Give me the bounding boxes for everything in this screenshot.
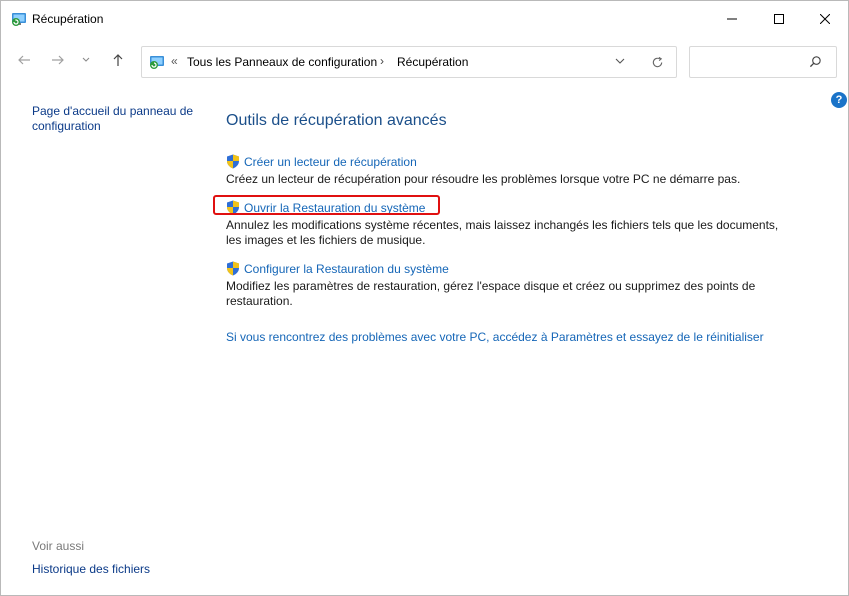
address-history-button[interactable]	[612, 53, 628, 69]
control-panel-home-link[interactable]: Page d'accueil du panneau de configurati…	[32, 104, 202, 134]
maximize-icon	[774, 14, 784, 24]
uac-shield-icon	[226, 154, 240, 169]
chevron-down-icon	[82, 57, 90, 62]
recovery-window: Récupération « Tous les Panneaux de conf…	[0, 0, 849, 596]
task-description: Modifiez les paramètres de restauration,…	[226, 279, 756, 308]
configure-system-restore-link[interactable]: Configurer la Restauration du système	[244, 262, 449, 276]
task-create-recovery-drive: Créer un lecteur de récupération Créez u…	[226, 154, 796, 187]
recent-locations-button[interactable]	[79, 49, 93, 71]
see-also-heading: Voir aussi	[32, 539, 85, 553]
title-bar[interactable]: Récupération	[1, 1, 848, 37]
create-recovery-drive-link[interactable]: Créer un lecteur de récupération	[244, 155, 417, 169]
search-input[interactable]	[696, 53, 806, 71]
page-heading: Outils de récupération avancés	[226, 112, 447, 129]
window-title: Récupération	[32, 12, 104, 26]
up-button[interactable]	[107, 49, 129, 71]
chevron-down-icon	[615, 58, 625, 64]
breadcrumb-recovery[interactable]: Récupération	[397, 55, 468, 69]
search-box[interactable]	[689, 46, 837, 78]
address-bar[interactable]: « Tous les Panneaux de configuration › R…	[141, 46, 677, 78]
arrow-right-icon	[52, 55, 64, 65]
help-button[interactable]: ?	[831, 92, 847, 108]
recovery-app-icon	[11, 11, 27, 27]
task-configure-system-restore: Configurer la Restauration du système Mo…	[226, 261, 796, 309]
search-icon[interactable]	[809, 55, 823, 69]
task-description: Annulez les modifications système récent…	[226, 218, 779, 247]
highlight-annotation	[213, 195, 440, 215]
close-button[interactable]	[802, 1, 848, 37]
reset-pc-link[interactable]: Si vous rencontrez des problèmes avec vo…	[226, 330, 764, 344]
task-description: Créez un lecteur de récupération pour ré…	[226, 172, 741, 186]
maximize-button[interactable]	[756, 1, 802, 37]
uac-shield-icon	[226, 261, 240, 276]
breadcrumb-overflow-button[interactable]: «	[171, 54, 178, 68]
control-panel-icon	[149, 54, 165, 70]
navigation-bar: « Tous les Panneaux de configuration › R…	[1, 41, 848, 81]
file-history-link[interactable]: Historique des fichiers	[32, 562, 150, 576]
back-button[interactable]	[13, 49, 35, 71]
arrow-left-icon	[18, 55, 30, 65]
minimize-button[interactable]	[709, 1, 755, 37]
breadcrumb-all-control-panels[interactable]: Tous les Panneaux de configuration	[187, 55, 377, 69]
refresh-button[interactable]	[648, 53, 666, 71]
arrow-up-icon	[113, 54, 123, 66]
minimize-icon	[727, 18, 737, 20]
close-icon	[820, 14, 830, 24]
breadcrumb-separator[interactable]: ›	[380, 54, 384, 68]
refresh-icon	[652, 56, 662, 67]
forward-button[interactable]	[47, 49, 69, 71]
